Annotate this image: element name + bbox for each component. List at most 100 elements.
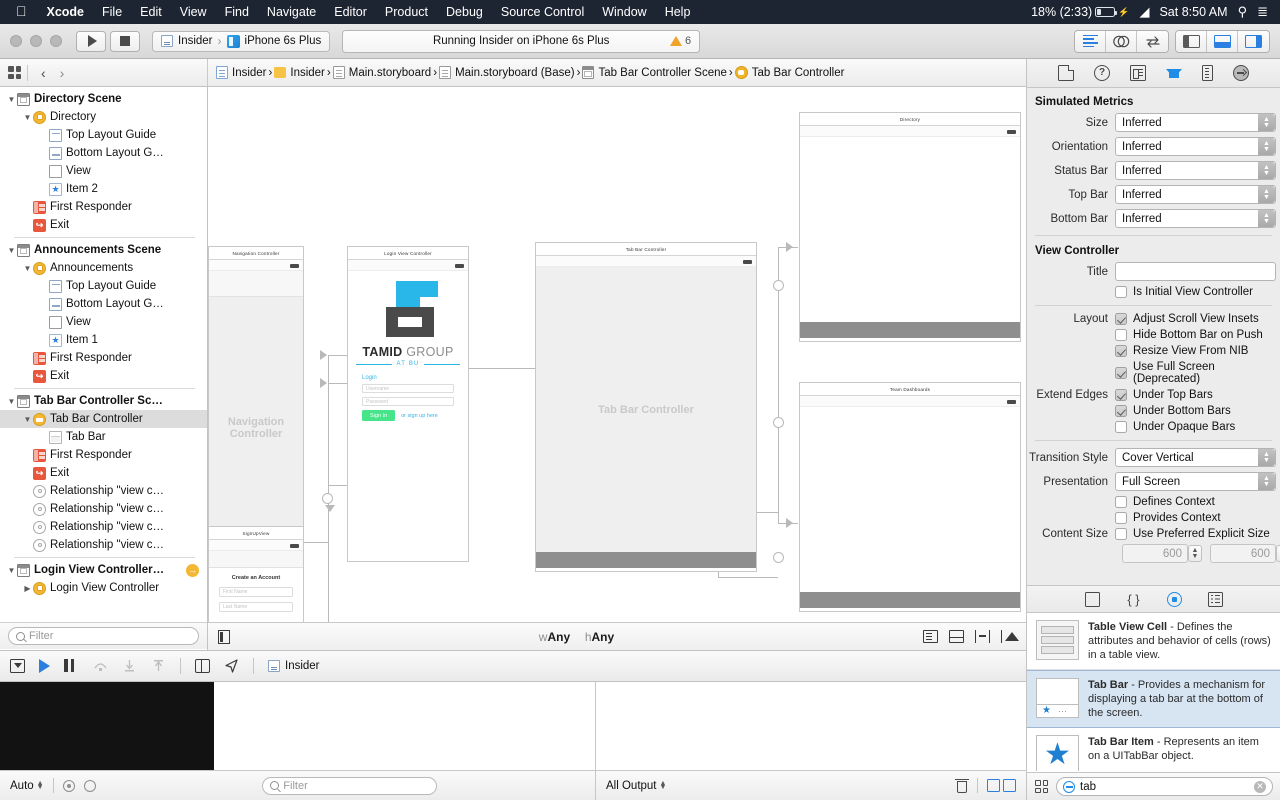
size-class-label[interactable]: wAny hAny [230,630,923,644]
menu-item-xcode[interactable]: Xcode [38,5,94,19]
library-item-tab-bar[interactable]: ★ ⋯ Tab Bar - Provides a mechanism for di… [1027,670,1280,728]
tree-row[interactable]: ▼ Tab Bar Controller [0,410,207,428]
step-into-icon[interactable] [122,659,137,673]
warning-badge[interactable]: 6 [670,35,691,47]
tree-row[interactable]: First Responder [0,446,207,464]
toggle-debug-area-button[interactable] [1207,30,1238,52]
notification-center-icon[interactable]: ≣ [1257,4,1268,20]
connections-inspector-tab[interactable] [1233,65,1249,81]
pin-icon[interactable] [975,630,990,643]
library-items-list[interactable]: Table View Cell - Defines the attributes… [1027,613,1280,771]
provides-context-checkbox[interactable] [1115,512,1127,524]
media-library-tab[interactable] [1208,591,1223,607]
step-out-icon[interactable] [151,659,166,673]
is-initial-view-controller-checkbox[interactable] [1115,286,1127,298]
tree-row[interactable]: View [0,313,207,331]
scheme-selector[interactable]: Insider › iPhone 6s Plus [152,30,331,52]
menu-item-product[interactable]: Product [376,5,437,19]
bottom-bar-popup[interactable]: Inferred ▲ ▼ [1115,209,1276,228]
use-full-screen-checkbox[interactable] [1115,367,1127,379]
menu-item-editor[interactable]: Editor [325,5,376,19]
pause-icon[interactable] [64,659,79,673]
title-field[interactable] [1115,262,1276,281]
object-library-tab[interactable] [1167,591,1182,607]
size-popup[interactable]: Inferred ▲ ▼ [1115,113,1276,132]
stack-icon[interactable] [949,630,964,643]
disclosure-triangle-closed-icon[interactable]: ▶ [22,584,33,593]
password-field[interactable]: Password [362,397,454,406]
menu-item-view[interactable]: View [171,5,216,19]
step-over-icon[interactable] [93,659,108,673]
apple-menu-icon[interactable]:  [8,4,38,20]
disclosure-triangle-open-icon[interactable]: ▼ [6,397,17,406]
menu-item-file[interactable]: File [93,5,131,19]
use-preferred-explicit-size-checkbox[interactable] [1115,528,1127,540]
simulate-location-icon[interactable] [224,659,239,673]
hide-bottom-bar-on-push-checkbox[interactable] [1115,329,1127,341]
tree-row[interactable]: ▶ Login View Controller [0,579,207,597]
continue-program-icon[interactable] [39,659,50,673]
debug-area-split-segments[interactable] [987,779,1016,792]
code-snippet-library-tab[interactable]: { } [1126,592,1141,607]
under-top-bars-checkbox[interactable] [1115,389,1127,401]
console-output-selector[interactable]: All Output ▲ ▼ [606,780,666,792]
identity-inspector-tab[interactable] [1130,65,1146,81]
breadcrumb-item-view-controller[interactable]: Tab Bar Controller [734,66,844,79]
tree-row[interactable]: Bottom Layout G… [0,295,207,313]
quick-help-inspector-tab[interactable]: ? [1094,65,1110,81]
content-height-field[interactable]: 600 ▲▼ [1210,544,1280,563]
scene-directory[interactable]: Directory [799,112,1021,342]
tree-row[interactable]: First Responder [0,349,207,367]
tree-row[interactable]: Relationship "view c… [0,482,207,500]
breadcrumb-item-scene[interactable]: Tab Bar Controller Scene [582,66,727,79]
document-outline-tree[interactable]: ▼ Directory Scene ▼ Directory Top Layout Gui… [0,87,207,622]
forward-button[interactable]: › [53,65,72,81]
assistant-editor-button[interactable] [1106,30,1137,52]
tab-bar-strip[interactable] [800,592,1020,608]
file-inspector-tab[interactable] [1058,65,1074,81]
toggle-navigator-button[interactable] [1176,30,1207,52]
spotlight-search-icon[interactable]: ⚲ [1238,4,1248,20]
presentation-popup[interactable]: Full Screen ▲ ▼ [1115,472,1276,491]
storyboard-canvas[interactable]: Navigation Controller Navigation Control… [208,87,1026,622]
sign-in-button[interactable]: Sign In [362,410,396,421]
tree-row[interactable]: ★ Tab Bar [0,428,207,446]
breadcrumb-item-folder[interactable]: Insider [274,67,325,79]
scene-login-view-controller[interactable]: Login View Controller TAMID GROUP AT BU … [347,246,469,562]
username-field[interactable]: Username [362,384,454,393]
show-variables-icon[interactable] [62,779,75,792]
disclosure-triangle-open-icon[interactable]: ▼ [22,415,33,424]
menu-item-edit[interactable]: Edit [131,5,171,19]
size-inspector-tab[interactable] [1202,65,1213,81]
tree-row[interactable]: ★ Item 2 [0,180,207,198]
scene-tab-bar-controller[interactable]: Tab Bar Controller Tab Bar Controller [535,242,757,572]
breadcrumb-item-storyboard[interactable]: Main.storyboard [332,66,431,79]
wifi-icon[interactable]: ◢ [1139,4,1149,20]
library-search-field[interactable]: tab ✕ [1056,777,1273,796]
disclosure-triangle-open-icon[interactable]: ▼ [6,246,17,255]
menu-item-find[interactable]: Find [216,5,258,19]
stepper-icon[interactable]: ▲▼ [1276,545,1280,562]
tree-row[interactable]: ▼ Announcements Scene [0,241,207,259]
variables-filter-field[interactable]: Filter [262,776,438,795]
library-view-mode-icon[interactable] [1035,780,1048,793]
tree-row[interactable]: ↪ Exit [0,367,207,385]
breadcrumb-item-project[interactable]: Insider [216,66,267,79]
show-registers-icon[interactable] [83,779,96,792]
menu-item-help[interactable]: Help [656,5,700,19]
menu-item-debug[interactable]: Debug [437,5,492,19]
variables-scope-selector[interactable]: Auto ▲ ▼ [10,780,44,792]
status-bar-popup[interactable]: Inferred ▲ ▼ [1115,161,1276,180]
navigator-filter-field[interactable]: Filter [8,627,199,645]
resize-view-from-nib-checkbox[interactable] [1115,345,1127,357]
tree-row[interactable]: Relationship "view c… [0,518,207,536]
first-name-field[interactable]: First Name [219,587,293,597]
tree-row[interactable]: Top Layout Guide [0,277,207,295]
tree-row[interactable]: ★ Item 1 [0,331,207,349]
library-item-tab-bar-item[interactable]: ★ Tab Bar Item - Represents an item on a… [1027,728,1280,771]
adjust-scroll-view-insets-checkbox[interactable] [1115,313,1127,325]
sign-up-link[interactable]: or sign up here [401,413,438,419]
tree-row[interactable]: Relationship "view c… [0,536,207,554]
segue-badge[interactable] [322,493,333,504]
attributes-inspector-tab[interactable] [1166,68,1182,78]
